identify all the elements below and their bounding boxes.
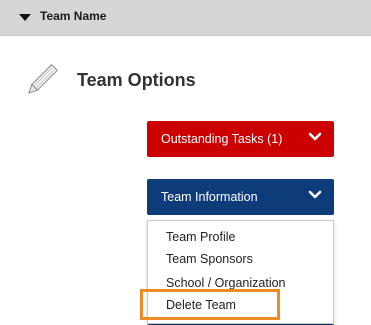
caret-down-icon [19, 14, 31, 21]
chevron-down-icon [308, 190, 322, 199]
menu-item-school-organization[interactable]: School / Organization [166, 276, 286, 290]
team-information-button[interactable]: Team Information [147, 179, 334, 215]
outstanding-tasks-button[interactable]: Outstanding Tasks (1) [147, 121, 334, 157]
menu-item-team-sponsors[interactable]: Team Sponsors [166, 252, 253, 266]
team-name-label: Team Name [40, 9, 107, 23]
delete-team-highlight [140, 289, 280, 320]
team-name-header[interactable]: Team Name [0, 0, 371, 36]
outstanding-tasks-label: Outstanding Tasks (1) [161, 132, 283, 146]
chevron-down-icon [308, 132, 322, 141]
team-options-title: Team Options [77, 70, 196, 90]
pencil-icon [28, 64, 58, 94]
menu-item-team-profile[interactable]: Team Profile [166, 230, 235, 244]
team-information-label: Team Information [161, 190, 258, 204]
